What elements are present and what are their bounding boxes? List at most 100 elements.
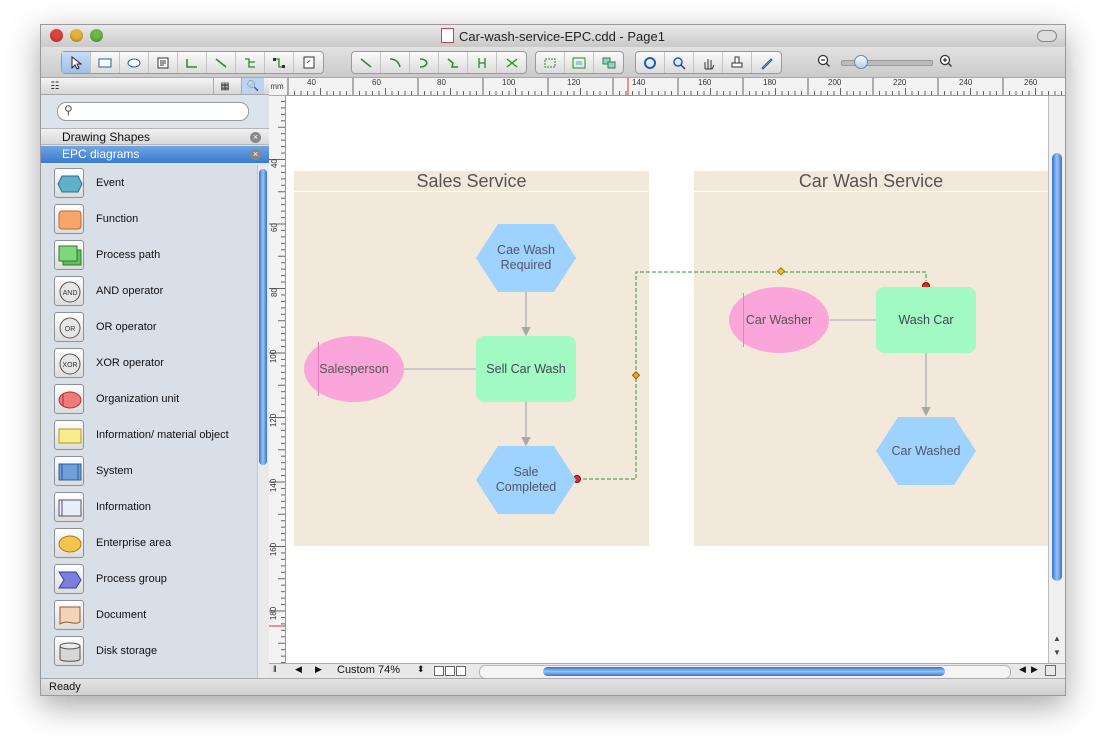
shape-label: Organization unit <box>96 393 180 405</box>
scroll-up-icon[interactable]: ▲ <box>1053 634 1061 643</box>
zoom-stepper-icon[interactable]: ⬍ <box>417 664 425 675</box>
status-bar: Ready <box>41 678 1065 695</box>
library-drawing-shapes[interactable]: Drawing Shapes × <box>41 128 269 145</box>
shape-item-disk-storage[interactable]: Disk storage <box>41 634 257 670</box>
pointer-icon[interactable] <box>62 52 91 73</box>
smart-connector-icon[interactable] <box>439 52 468 73</box>
function-wash-car[interactable]: Wash Car <box>876 287 976 353</box>
scrollbar-thumb[interactable] <box>1052 153 1062 581</box>
toolbar-toggle-button[interactable] <box>1037 30 1057 42</box>
split-handle-icon[interactable]: ‖ <box>273 664 277 674</box>
zoom-level-select[interactable]: Custom 74% <box>337 664 400 676</box>
shape-list-scrollbar[interactable] <box>257 165 269 678</box>
tool-group-connectors <box>351 51 527 74</box>
library-tree-icon[interactable]: ☷ <box>41 78 69 94</box>
zoom-in-icon[interactable] <box>939 54 953 71</box>
scroll-left-icon[interactable]: ◀ <box>1019 664 1026 675</box>
direct-connector-icon[interactable] <box>352 52 381 73</box>
shape-label: Document <box>96 609 147 621</box>
line-icon[interactable] <box>207 52 236 73</box>
next-page-icon[interactable]: ▶ <box>315 664 322 675</box>
shape-item-process-path[interactable]: Process path <box>41 238 257 274</box>
connector-icon[interactable] <box>178 52 207 73</box>
zoom-out-icon[interactable] <box>817 54 831 71</box>
shape-label: Enterprise area <box>96 537 172 549</box>
curve-connector-icon[interactable] <box>410 52 439 73</box>
ungroup-icon[interactable] <box>594 52 623 73</box>
process-group-shape-icon <box>54 564 84 594</box>
ellipse-icon[interactable] <box>120 52 149 73</box>
rectangle-icon[interactable] <box>91 52 120 73</box>
shape-item-organization-unit[interactable]: Organization unit <box>41 382 257 418</box>
enterprise-area-shape-icon <box>54 528 84 558</box>
window-title-text: Car-wash-service-EPC.cdd - Page1 <box>459 29 665 44</box>
group-icon[interactable] <box>565 52 594 73</box>
shape-item-document[interactable]: Document <box>41 598 257 634</box>
shape-label: Information/ material object <box>96 429 229 441</box>
pan-icon[interactable] <box>694 52 723 73</box>
page-view-icon[interactable] <box>456 666 466 676</box>
insert-icon[interactable] <box>294 52 323 73</box>
snap-icon[interactable] <box>536 52 565 73</box>
page-view-icon[interactable] <box>445 666 455 676</box>
arc-connector-icon[interactable] <box>381 52 410 73</box>
scroll-right-icon[interactable]: ▶ <box>1031 664 1038 675</box>
svg-text:OR: OR <box>65 326 76 333</box>
canvas-vertical-scrollbar[interactable]: ▲ ▼ <box>1048 96 1065 663</box>
fit-page-icon[interactable] <box>1045 665 1056 676</box>
library-epc-diagrams[interactable]: EPC diagrams × <box>41 146 269 163</box>
shape-item-xor-operator[interactable]: XOR XOR operator <box>41 346 257 382</box>
grid-view-icon[interactable]: ▦ <box>213 78 236 94</box>
shape-label: OR operator <box>96 321 157 333</box>
org-unit-salesperson[interactable]: Salesperson <box>304 336 404 402</box>
shape-item-and-operator[interactable]: AND AND operator <box>41 274 257 310</box>
previous-page-icon[interactable]: ◀ <box>295 664 302 675</box>
and-operator-shape-icon: AND <box>54 276 84 306</box>
stamp-icon[interactable] <box>723 52 752 73</box>
scrollbar-thumb[interactable] <box>259 169 267 465</box>
ruler-label: 120 <box>269 413 279 428</box>
function-sell-car-wash[interactable]: Sell Car Wash <box>476 336 576 402</box>
scrollbar-thumb[interactable] <box>543 667 945 676</box>
connector-midpoint-handle[interactable] <box>631 371 641 380</box>
scroll-down-icon[interactable]: ▼ <box>1053 648 1061 657</box>
function-shape-icon <box>54 204 84 234</box>
shape-item-system[interactable]: System <box>41 454 257 490</box>
shape-item-information[interactable]: Information <box>41 490 257 526</box>
text-icon[interactable] <box>149 52 178 73</box>
search-tab-icon[interactable]: 🔍 <box>241 78 264 94</box>
drawing-canvas[interactable]: Sales Service Car Wash Service Cae Wash … <box>286 96 1048 663</box>
zoom-slider-knob[interactable] <box>854 55 868 69</box>
shape-label: Function <box>96 213 139 225</box>
page-view-icon[interactable] <box>434 666 444 676</box>
ruler-unit: mm <box>269 78 286 96</box>
split-icon[interactable] <box>468 52 497 73</box>
tree-icon[interactable] <box>236 52 265 73</box>
ruler-ticks <box>269 95 285 663</box>
zoom-icon[interactable] <box>665 52 694 73</box>
search-icon: ⚲ <box>64 103 73 117</box>
canvas-horizontal-scrollbar[interactable] <box>479 665 1011 679</box>
connector-midpoint-handle[interactable] <box>776 267 786 276</box>
shape-item-information-object[interactable]: Information/ material object <box>41 418 257 454</box>
close-library-icon[interactable]: × <box>250 132 261 143</box>
layout-icon[interactable] <box>265 52 294 73</box>
shape-item-event[interactable]: Event <box>41 166 257 202</box>
rotate-icon[interactable] <box>636 52 665 73</box>
library-sidebar: ☷ ▦ 🔍 ⚲ Drawing Shapes × EPC diagrams × Ev… <box>41 78 270 678</box>
library-search-input[interactable]: ⚲ <box>57 102 249 121</box>
shape-item-process-group[interactable]: Process group <box>41 562 257 598</box>
shape-label: Process group <box>96 573 167 585</box>
close-library-icon[interactable]: × <box>250 149 261 160</box>
shape-item-or-operator[interactable]: OR OR operator <box>41 310 257 346</box>
pen-icon[interactable] <box>752 52 781 73</box>
shape-item-function[interactable]: Function <box>41 202 257 238</box>
shape-label: Process path <box>96 249 161 261</box>
shape-label: AND operator <box>96 285 164 297</box>
org-unit-car-washer[interactable]: Car Washer <box>729 287 829 353</box>
shape-item-enterprise-area[interactable]: Enterprise area <box>41 526 257 562</box>
ruler-label: 140 <box>632 78 646 87</box>
application-window: Car-wash-service-EPC.cdd - Page1 ☷ ▦ 🔍 ⚲… <box>40 24 1066 696</box>
join-icon[interactable] <box>497 52 526 73</box>
system-shape-icon <box>54 456 84 486</box>
